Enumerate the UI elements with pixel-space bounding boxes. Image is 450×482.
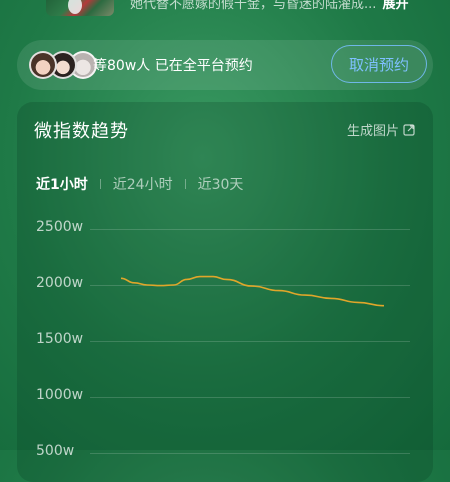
cancel-reservation-button[interactable]: 取消预约 xyxy=(331,45,427,83)
avatar xyxy=(29,51,57,79)
trend-line-chart xyxy=(120,275,385,307)
reservation-count-text: 等80w人 已在全平台预约 xyxy=(93,58,253,74)
synopsis-text: 她代替不愿嫁的假千金，与昏迷的陆濯成... xyxy=(130,0,377,12)
reservation-bar: 等80w人 已在全平台预约 取消预约 xyxy=(17,40,433,90)
micro-index-trend-card: 微指数趋势 生成图片 近1小时 近24小时 近30天 2500w 2000w 1… xyxy=(17,102,433,482)
trend-line xyxy=(120,275,385,307)
show-synopsis: 她代替不愿嫁的假千金，与昏迷的陆濯成... 展开 xyxy=(130,0,409,13)
expand-link[interactable]: 展开 xyxy=(383,0,409,12)
show-poster-thumbnail[interactable] xyxy=(46,0,114,16)
